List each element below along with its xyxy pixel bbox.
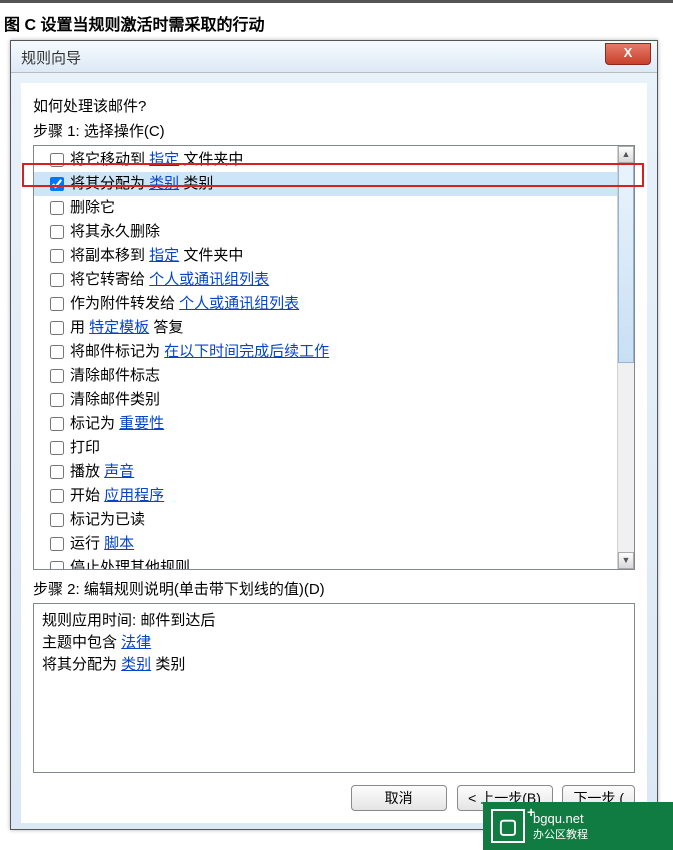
action-item-12[interactable]: 打印 bbox=[34, 436, 634, 460]
action-label-15: 标记为已读 bbox=[70, 509, 145, 531]
action-item-0[interactable]: 将它移动到 指定 文件夹中 bbox=[34, 148, 634, 172]
action-label-16: 运行 脚本 bbox=[70, 533, 134, 555]
action-link[interactable]: 类别 bbox=[149, 175, 179, 192]
action-label-14: 开始 应用程序 bbox=[70, 485, 164, 507]
action-link[interactable]: 应用程序 bbox=[104, 487, 164, 504]
action-checkbox-6[interactable] bbox=[50, 297, 64, 311]
action-item-9[interactable]: 清除邮件标志 bbox=[34, 364, 634, 388]
action-item-14[interactable]: 开始 应用程序 bbox=[34, 484, 634, 508]
action-checkbox-5[interactable] bbox=[50, 273, 64, 287]
action-label-6: 作为附件转发给 个人或通讯组列表 bbox=[70, 293, 299, 315]
action-label-10: 清除邮件类别 bbox=[70, 389, 160, 411]
action-link[interactable]: 重要性 bbox=[119, 415, 164, 432]
action-checkbox-10[interactable] bbox=[50, 393, 64, 407]
action-item-5[interactable]: 将它转寄给 个人或通讯组列表 bbox=[34, 268, 634, 292]
action-link[interactable]: 个人或通讯组列表 bbox=[149, 271, 269, 288]
action-label-13: 播放 声音 bbox=[70, 461, 134, 483]
action-item-7[interactable]: 用 特定模板 答复 bbox=[34, 316, 634, 340]
action-label-11: 标记为 重要性 bbox=[70, 413, 164, 435]
watermark-domain: bgqu.net bbox=[533, 811, 584, 826]
action-checkbox-14[interactable] bbox=[50, 489, 64, 503]
actions-listbox[interactable]: 将它移动到 指定 文件夹中将其分配为 类别 类别删除它将其永久删除将副本移到 指… bbox=[33, 145, 635, 570]
scroll-down-icon[interactable]: ▼ bbox=[618, 552, 634, 569]
action-label-3: 将其永久删除 bbox=[70, 221, 160, 243]
dialog-title: 规则向导 bbox=[21, 47, 81, 68]
action-item-1[interactable]: 将其分配为 类别 类别 bbox=[34, 172, 634, 196]
watermark-logo-icon: ▢ bbox=[491, 809, 525, 843]
action-checkbox-8[interactable] bbox=[50, 345, 64, 359]
action-item-2[interactable]: 删除它 bbox=[34, 196, 634, 220]
watermark-name: 办公区教程 bbox=[533, 826, 588, 842]
action-item-3[interactable]: 将其永久删除 bbox=[34, 220, 634, 244]
action-label-12: 打印 bbox=[70, 437, 100, 459]
step1-label: 步骤 1: 选择操作(C) bbox=[21, 118, 647, 145]
desc-line3-prefix: 将其分配为 bbox=[42, 656, 121, 673]
action-label-17: 停止处理其他规则 bbox=[70, 557, 190, 570]
cancel-button[interactable]: 取消 bbox=[351, 785, 447, 811]
dialog-body: 如何处理该邮件? 步骤 1: 选择操作(C) 将它移动到 指定 文件夹中将其分配… bbox=[21, 83, 647, 823]
action-item-6[interactable]: 作为附件转发给 个人或通讯组列表 bbox=[34, 292, 634, 316]
close-button[interactable]: X bbox=[605, 43, 651, 65]
action-label-5: 将它转寄给 个人或通讯组列表 bbox=[70, 269, 269, 291]
action-checkbox-2[interactable] bbox=[50, 201, 64, 215]
action-checkbox-16[interactable] bbox=[50, 537, 64, 551]
desc-line-1: 规则应用时间: 邮件到达后 bbox=[42, 610, 626, 632]
action-label-9: 清除邮件标志 bbox=[70, 365, 160, 387]
figure-caption: 图 C 设置当规则激活时需采取的行动 bbox=[0, 0, 673, 41]
action-item-17[interactable]: 停止处理其他规则 bbox=[34, 556, 634, 570]
desc-line-2: 主题中包含 法律 bbox=[42, 632, 626, 654]
action-item-16[interactable]: 运行 脚本 bbox=[34, 532, 634, 556]
desc-category-link[interactable]: 类别 bbox=[121, 656, 151, 673]
plus-icon: + bbox=[527, 804, 535, 820]
action-checkbox-13[interactable] bbox=[50, 465, 64, 479]
action-item-11[interactable]: 标记为 重要性 bbox=[34, 412, 634, 436]
scroll-thumb[interactable] bbox=[618, 163, 634, 363]
action-link[interactable]: 特定模板 bbox=[89, 319, 149, 336]
action-item-4[interactable]: 将副本移到 指定 文件夹中 bbox=[34, 244, 634, 268]
action-link[interactable]: 指定 bbox=[149, 151, 179, 168]
action-label-0: 将它移动到 指定 文件夹中 bbox=[70, 149, 243, 171]
action-link[interactable]: 脚本 bbox=[104, 535, 134, 552]
prompt-text: 如何处理该邮件? bbox=[21, 83, 647, 118]
action-item-10[interactable]: 清除邮件类别 bbox=[34, 388, 634, 412]
desc-line1-prefix: 规则应用时间: bbox=[42, 612, 140, 629]
desc-line1-value: 邮件到达后 bbox=[140, 612, 215, 629]
rules-wizard-dialog: 规则向导 X 如何处理该邮件? 步骤 1: 选择操作(C) 将它移动到 指定 文… bbox=[10, 40, 658, 830]
action-label-8: 将邮件标记为 在以下时间完成后续工作 bbox=[70, 341, 329, 363]
desc-subject-link[interactable]: 法律 bbox=[121, 634, 151, 651]
step2-label: 步骤 2: 编辑规则说明(单击带下划线的值)(D) bbox=[21, 576, 647, 603]
action-label-2: 删除它 bbox=[70, 197, 115, 219]
action-link[interactable]: 在以下时间完成后续工作 bbox=[164, 343, 329, 360]
titlebar: 规则向导 X bbox=[11, 41, 657, 73]
action-checkbox-11[interactable] bbox=[50, 417, 64, 431]
action-link[interactable]: 声音 bbox=[104, 463, 134, 480]
action-link[interactable]: 指定 bbox=[149, 247, 179, 264]
watermark: ▢ + bgqu.net 办公区教程 bbox=[483, 802, 673, 850]
scrollbar[interactable]: ▲ ▼ bbox=[617, 146, 634, 569]
rule-description-box[interactable]: 规则应用时间: 邮件到达后 主题中包含 法律 将其分配为 类别 类别 bbox=[33, 603, 635, 773]
action-checkbox-15[interactable] bbox=[50, 513, 64, 527]
action-checkbox-7[interactable] bbox=[50, 321, 64, 335]
action-checkbox-0[interactable] bbox=[50, 153, 64, 167]
desc-line3-suffix: 类别 bbox=[151, 656, 185, 673]
action-item-8[interactable]: 将邮件标记为 在以下时间完成后续工作 bbox=[34, 340, 634, 364]
action-checkbox-4[interactable] bbox=[50, 249, 64, 263]
action-checkbox-1[interactable] bbox=[50, 177, 64, 191]
action-label-4: 将副本移到 指定 文件夹中 bbox=[70, 245, 243, 267]
action-checkbox-12[interactable] bbox=[50, 441, 64, 455]
action-label-1: 将其分配为 类别 类别 bbox=[70, 173, 213, 195]
desc-line2-prefix: 主题中包含 bbox=[42, 634, 121, 651]
desc-line-3: 将其分配为 类别 类别 bbox=[42, 654, 626, 676]
action-item-15[interactable]: 标记为已读 bbox=[34, 508, 634, 532]
action-link[interactable]: 个人或通讯组列表 bbox=[179, 295, 299, 312]
action-checkbox-9[interactable] bbox=[50, 369, 64, 383]
scroll-up-icon[interactable]: ▲ bbox=[618, 146, 634, 163]
action-item-13[interactable]: 播放 声音 bbox=[34, 460, 634, 484]
action-checkbox-3[interactable] bbox=[50, 225, 64, 239]
action-checkbox-17[interactable] bbox=[50, 561, 64, 570]
action-label-7: 用 特定模板 答复 bbox=[70, 317, 183, 339]
